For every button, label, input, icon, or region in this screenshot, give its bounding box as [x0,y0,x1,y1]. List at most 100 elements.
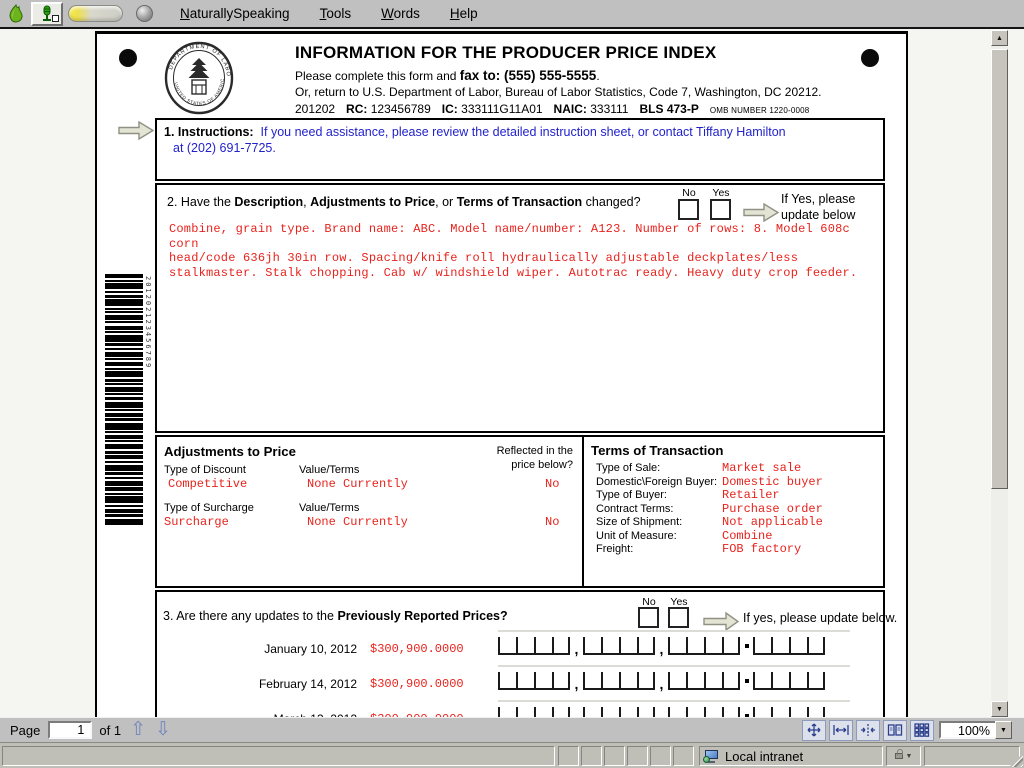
reported-price: $300,900.0000 [370,642,464,656]
barcode-stripes [105,274,143,527]
status-pane [924,746,1020,766]
period-code: 201202 [295,102,336,116]
form-page: DEPARTMENT OF LABOR UNITED STATES OF AME… [95,31,908,717]
price-entry-combs[interactable]: , , [498,637,825,656]
surcharge-value: None Currently [307,515,408,529]
previous-page-button[interactable]: ⇧ [130,720,146,739]
dol-seal: DEPARTMENT OF LABOR UNITED STATES OF AME… [163,40,234,115]
yes-label: Yes [712,187,730,199]
thumbnail-grid-icon [914,723,930,737]
section3-yes-checkbox[interactable] [668,607,689,628]
status-message-pane [2,746,555,766]
microphone-button[interactable] [31,1,63,26]
section1-line1: 1. Instructions: If you need assistance,… [164,125,786,139]
menu-help[interactable]: Help [435,4,493,23]
code-line: 201202 RC: 123456789 IC: 333111G11A01 NA… [295,102,809,116]
discount-value: None Currently [307,477,408,491]
value-terms-label: Value/Terms [299,464,360,476]
price-entry-combs[interactable]: , , [498,707,825,717]
reflected-label: Reflected in the price below? [496,445,573,471]
fit-width-button[interactable] [829,719,853,741]
menu-naturallyspeaking[interactable]: NaturallySpeaking [165,4,305,23]
section3-hint: If yes, please update below. [743,611,898,625]
omb-number: OMB NUMBER 1220-0008 [709,106,810,115]
status-pane [604,746,625,766]
zoom-level-input[interactable] [939,721,995,739]
status-pane [650,746,671,766]
scroll-thumb[interactable] [991,49,1008,489]
seal-eagle-icon [188,58,210,78]
intranet-zone-icon [703,749,720,763]
form-title: INFORMATION FOR THE PRODUCER PRICE INDEX [295,43,717,62]
barcode [105,274,143,527]
adjustments-box: Adjustments to Price Reflected in the pri… [155,435,584,588]
discount-type-value: Competitive [168,477,248,491]
reported-price: $300,900.0000 [370,677,464,691]
price-date: February 14, 2012 [258,677,357,691]
status-pane [673,746,694,766]
no-label: No [682,187,696,199]
section2-hint: If Yes, please update below [781,192,856,222]
terms-box: Terms of Transaction Type of Sale: Market… [582,435,885,588]
pointer-arrow-icon [118,120,155,141]
pointer-arrow-icon [743,202,780,223]
status-pane [627,746,648,766]
surcharge-type-label: Type of Surcharge [164,502,254,514]
status-pane [558,746,579,766]
registration-mark-left [119,49,137,67]
surcharge-type-value: Surcharge [164,515,229,529]
menu-tools[interactable]: Tools [305,4,367,23]
view-mode-buttons [802,719,934,741]
price-entry-combs[interactable]: , , [498,672,825,691]
discount-reflected-flag: No [545,477,560,491]
menu-bar: NaturallySpeaking Tools Words Help [165,4,493,23]
section3-box: 3. Are there any updates to the Previous… [155,590,897,717]
discount-type-label: Type of Discount [164,464,246,476]
terms-title: Terms of Transaction [591,443,724,458]
document-viewer: DEPARTMENT OF LABOR UNITED STATES OF AME… [0,29,1024,717]
section1-box: 1. Instructions: If you need assistance,… [155,118,885,181]
section2-yes-checkbox[interactable] [710,199,731,220]
form-code: BLS 473-P [639,102,699,116]
status-bar: Local intranet ▼ [0,742,1024,768]
section3-question: 3. Are there any updates to the Previous… [163,609,508,623]
registration-mark-right [861,49,879,67]
status-sphere-icon [136,5,153,22]
status-pane [581,746,602,766]
rc-code: RC: 123456789 [346,102,431,116]
fit-page-icon [807,723,821,737]
section1-line2: at (202) 691-7725. [173,141,276,155]
fit-visible-icon [861,724,875,736]
fit-width-icon [833,725,849,735]
security-lock-pane[interactable]: ▼ [886,746,921,766]
section2-no-checkbox[interactable] [678,199,699,220]
facing-pages-button[interactable] [883,719,907,741]
thumbnail-view-button[interactable] [910,719,934,741]
dragon-logo-icon [3,1,27,26]
lock-dropdown-caret: ▼ [905,752,913,760]
section2-question: 2. Have the Description, Adjustments to … [167,195,641,209]
pointer-arrow-icon [703,611,740,632]
pager-toolbar: Page of 1 ⇧ ⇩ ▼ [0,717,1024,742]
naic-code: NAIC: 333111 [553,102,629,116]
zoom-combo[interactable]: ▼ [939,721,1012,739]
page-number-input[interactable] [48,721,93,739]
price-date: January 10, 2012 [264,642,357,656]
section3-no-checkbox[interactable] [638,607,659,628]
fit-visible-button[interactable] [856,719,880,741]
scroll-down-button[interactable]: ▼ [991,701,1008,717]
barcode-digits: 201202123456789 [144,276,152,370]
mic-status-square [52,14,59,22]
zoom-dropdown-button[interactable]: ▼ [995,721,1012,739]
dragon-toolbar: NaturallySpeaking Tools Words Help [0,0,1024,29]
next-page-button[interactable]: ⇩ [155,720,171,739]
adjustments-title: Adjustments to Price [164,444,296,459]
fit-page-button[interactable] [802,719,826,741]
return-address-line: Or, return to U.S. Department of Labor, … [295,85,822,99]
scroll-up-button[interactable]: ▲ [991,30,1008,46]
menu-words[interactable]: Words [366,4,435,23]
value-terms-label2: Value/Terms [299,502,360,514]
vertical-scrollbar[interactable]: ▲ ▼ [991,30,1008,717]
ic-code: IC: 333111G11A01 [441,102,543,116]
section2-box: 2. Have the Description, Adjustments to … [155,183,885,433]
